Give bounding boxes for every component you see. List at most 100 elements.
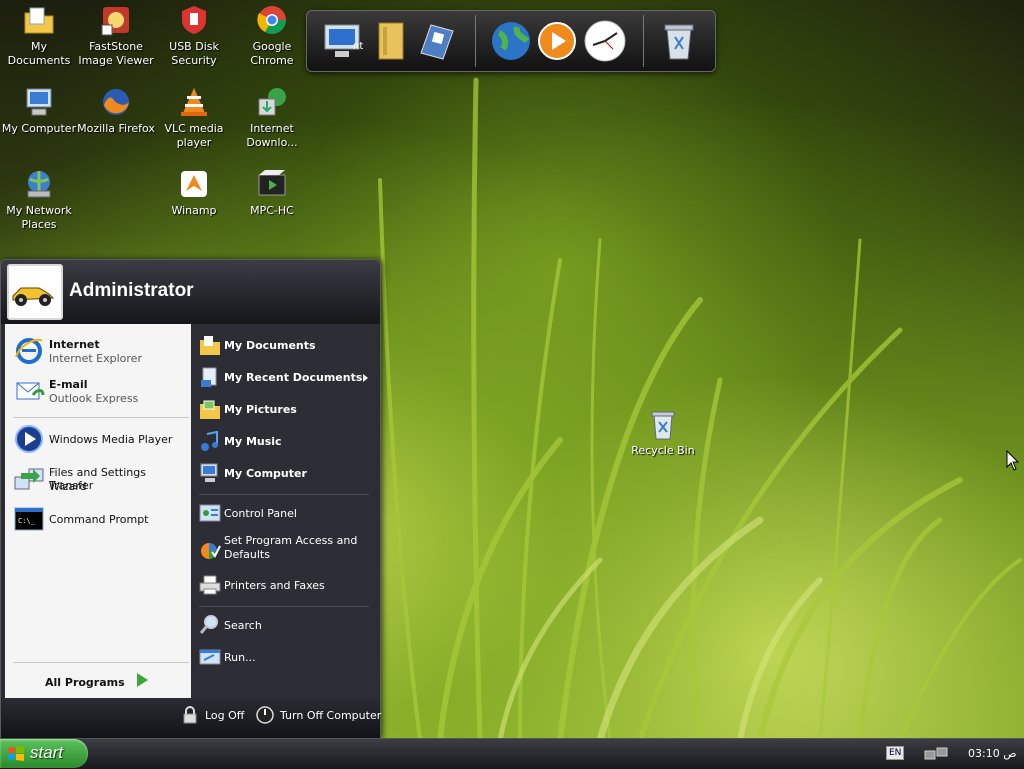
start-place-label: Control Panel	[224, 507, 297, 520]
desktop-icon-faststone[interactable]: FastStone Image Viewer	[77, 3, 155, 68]
my-documents-icon	[200, 336, 220, 355]
desktop-icon-google-chrome[interactable]: Google Chrome	[233, 3, 311, 68]
start-place-search[interactable]: Search	[197, 612, 373, 640]
start-item-title: Internet	[49, 338, 100, 351]
start-place-my-pictures[interactable]: My Pictures	[197, 396, 373, 424]
vlc-icon	[181, 88, 207, 116]
desktop-icon-my-network-places[interactable]: My Network Places	[0, 167, 78, 232]
transfer-wizard-icon	[14, 468, 44, 490]
desktop-icon-label: Winamp	[171, 204, 217, 217]
desktop-icon-recycle-bin[interactable]: Recycle Bin	[630, 410, 696, 457]
recycle-bin-icon	[651, 411, 675, 440]
lock-icon	[183, 706, 197, 724]
pane-separator	[199, 606, 369, 607]
all-programs-arrow-icon	[137, 673, 148, 687]
clock-icon[interactable]	[583, 19, 627, 63]
race-car-icon	[12, 287, 55, 306]
desktop-icon-my-documents[interactable]: My Documents	[0, 3, 78, 68]
start-item-title: E-mail	[49, 378, 88, 391]
documents-icon[interactable]	[415, 19, 459, 63]
dock-separator	[643, 15, 644, 67]
desktop-icon-winamp[interactable]: Winamp	[155, 167, 233, 218]
start-place-program-access[interactable]: Set Program Access and Defaults	[197, 534, 373, 566]
start-place-label: My Computer	[224, 467, 307, 480]
desktop-icon-firefox[interactable]: Mozilla Firefox	[77, 85, 155, 136]
start-place-label: Printers and Faxes	[224, 579, 325, 592]
outlook-express-icon	[16, 382, 45, 400]
start-button[interactable]: start	[0, 739, 88, 768]
search-icon	[199, 615, 218, 634]
desktop-icon-label: Google Chrome	[250, 40, 294, 67]
start-menu-pinned-pane: Internet Internet Explorer E-mail Outloo…	[5, 324, 191, 698]
start-menu-places-pane: My Documents My Recent Documents My Pict…	[193, 324, 375, 698]
start-label: start	[30, 743, 64, 762]
start-place-label: Set Program Access and Defaults	[224, 534, 358, 561]
user-avatar[interactable]	[7, 264, 63, 320]
desktop-icon-mpc-hc[interactable]: MPC-HC	[233, 167, 311, 218]
media-player-icon[interactable]	[535, 19, 579, 63]
all-programs-button[interactable]: All Programs	[45, 676, 125, 689]
desktop-icon-usb-disk-security[interactable]: USB Disk Security	[155, 3, 233, 68]
control-panel-icon	[199, 504, 221, 522]
desktop-icon-internet-download-manager[interactable]: Internet Downlo...	[233, 85, 311, 150]
folder-icon[interactable]	[369, 19, 413, 63]
start-place-label: My Recent Documents	[224, 371, 363, 384]
command-prompt-icon: C:\_	[14, 507, 44, 531]
desktop-icon-label: MPC-HC	[250, 204, 294, 217]
start-menu: Administrator Internet Internet Explorer…	[0, 259, 381, 739]
my-pictures-icon	[200, 400, 220, 419]
trash-icon[interactable]	[657, 19, 701, 63]
start-item-title: Windows Media Player	[49, 433, 173, 446]
turn-off-label: Turn Off Computer	[280, 709, 382, 722]
desktop-icon-label: Mozilla Firefox	[77, 122, 155, 135]
firefox-icon	[103, 89, 129, 115]
dock: nt	[306, 10, 716, 72]
internet-download-manager-icon	[258, 88, 286, 116]
start-menu-footer: Log Off Turn Off Computer	[1, 698, 382, 738]
start-place-label: My Documents	[224, 339, 316, 352]
start-place-printers-and-faxes[interactable]: Printers and Faxes	[197, 572, 373, 600]
my-computer-icon	[26, 88, 52, 116]
network-tray-icon[interactable]	[924, 745, 950, 763]
mouse-cursor-icon	[1006, 450, 1020, 471]
start-place-control-panel[interactable]: Control Panel	[197, 500, 373, 528]
taskbar-clock[interactable]: 03:10 ص	[968, 747, 1017, 760]
start-place-my-recent-documents[interactable]: My Recent Documents	[197, 364, 373, 392]
my-computer-icon	[200, 463, 218, 482]
start-item-email[interactable]: E-mail Outlook Express	[9, 374, 189, 408]
desktop-icon-label: My Network Places	[6, 204, 72, 231]
start-place-my-documents[interactable]: My Documents	[197, 332, 373, 360]
desktop-icon-my-computer[interactable]: My Computer	[0, 85, 78, 136]
globe-icon[interactable]	[489, 19, 533, 63]
start-place-label: My Music	[224, 435, 282, 448]
system-tray: EN 03:10 ص	[880, 739, 1024, 768]
start-item-command-prompt[interactable]: C:\_ Command Prompt	[9, 502, 189, 536]
start-place-my-computer[interactable]: My Computer	[197, 460, 373, 488]
language-indicator[interactable]: EN	[886, 746, 905, 760]
start-item-windows-media-player[interactable]: Windows Media Player	[9, 422, 189, 456]
windows-logo-icon	[8, 746, 24, 761]
windows-media-player-icon	[15, 425, 43, 453]
desktop-icon-label: My Documents	[7, 40, 71, 67]
start-place-label: Run...	[224, 651, 256, 664]
desktop-icon-vlc[interactable]: VLC media player	[155, 85, 233, 150]
my-music-icon	[201, 430, 218, 451]
internet-explorer-icon	[15, 338, 43, 364]
chrome-icon	[257, 6, 286, 34]
start-item-transfer-wizard[interactable]: Files and Settings Transfer Wizard	[9, 462, 189, 496]
program-access-icon	[201, 543, 221, 559]
start-item-title: Command Prompt	[49, 513, 149, 526]
mpc-hc-icon	[258, 170, 286, 196]
log-off-label: Log Off	[205, 709, 245, 722]
desktop-icon-label: VLC media player	[164, 122, 224, 149]
start-place-run[interactable]: Run...	[197, 644, 373, 672]
start-menu-header: Administrator	[1, 260, 380, 324]
start-place-my-music[interactable]: My Music	[197, 428, 373, 456]
start-item-internet[interactable]: Internet Internet Explorer	[9, 334, 189, 368]
power-icon	[256, 706, 274, 724]
winamp-icon	[181, 171, 207, 197]
dock-separator	[475, 15, 476, 67]
submenu-arrow-icon	[363, 374, 368, 382]
user-name: Administrator	[69, 280, 194, 301]
pane-separator	[199, 494, 369, 495]
